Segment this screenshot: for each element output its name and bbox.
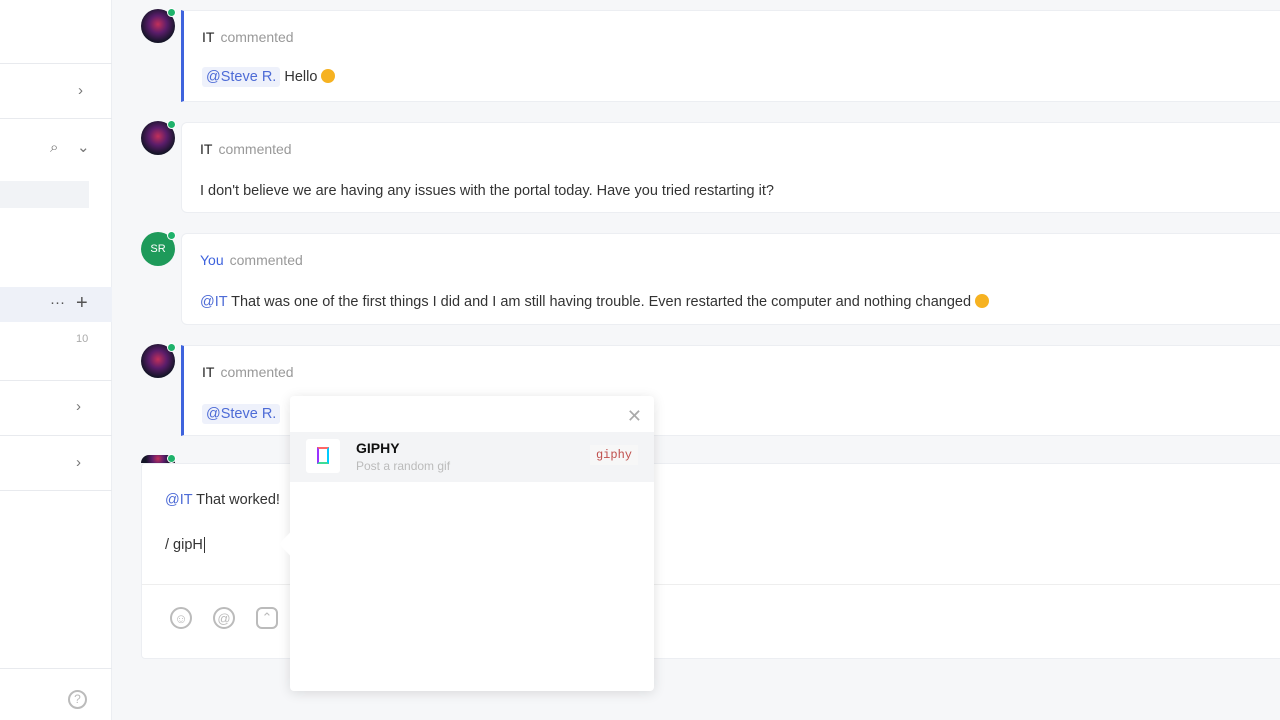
avatar <box>141 8 176 43</box>
composer-text: That worked! <box>196 492 280 508</box>
comment-text: Hello <box>284 69 318 85</box>
mention[interactable]: @Steve R. <box>202 404 281 424</box>
sidebar-item-placeholder[interactable] <box>0 181 89 208</box>
divider <box>0 63 112 64</box>
comment: IT commented I don't believe we are havin… <box>181 122 1280 213</box>
comment-action: commented <box>220 364 294 380</box>
comment-author: You <box>200 252 224 268</box>
avatar-initials: SR <box>150 243 166 255</box>
count: 10 <box>76 333 89 345</box>
giphy-icon <box>306 439 340 473</box>
comment-action: commented <box>220 29 294 45</box>
divider <box>0 118 112 119</box>
avatar <box>141 343 176 378</box>
plus-icon[interactable]: + <box>76 292 88 315</box>
grinning-emoji-icon <box>321 69 336 83</box>
command-option-giphy[interactable]: GIPHY Post a random gif giphy <box>290 432 654 482</box>
divider <box>0 435 112 436</box>
composer-input[interactable]: / gipH <box>165 537 205 553</box>
chevron-right-icon[interactable]: › <box>78 82 83 99</box>
comment: IT commented @Steve R. Hello <box>181 10 1280 102</box>
divider <box>0 380 112 381</box>
command-tag: giphy <box>589 445 638 465</box>
slash-command-popup: ✕ GIPHY Post a random gif giphy <box>278 396 654 691</box>
mention[interactable]: @Steve R. <box>202 67 281 87</box>
chevron-down-icon[interactable]: ⌄ <box>77 138 90 156</box>
command-subtitle: Post a random gif <box>356 459 451 473</box>
more-icon[interactable]: ··· <box>50 294 65 311</box>
comment-author: IT <box>200 141 213 157</box>
disappointed-emoji-icon <box>975 294 990 308</box>
comment-author: IT <box>202 364 215 380</box>
comment-author: IT <box>202 29 215 45</box>
mention[interactable]: @IT <box>200 294 227 310</box>
search-icon[interactable]: ⌕ <box>50 139 58 156</box>
close-icon[interactable]: ✕ <box>627 406 642 427</box>
chevron-right-icon[interactable]: › <box>76 398 81 415</box>
avatar: SR <box>141 231 176 266</box>
mention-icon[interactable]: @ <box>213 607 235 629</box>
comment-action: commented <box>218 141 292 157</box>
user-icon[interactable]: ☺ <box>170 607 192 629</box>
command-title: GIPHY <box>356 440 400 456</box>
divider <box>0 490 112 491</box>
comment: You commented @IT That was one of the fir… <box>181 233 1280 325</box>
sidebar: › ⌕ ⌄ ··· + 10 › › ? <box>0 0 112 720</box>
sidebar-item-active[interactable]: ··· + <box>0 287 112 322</box>
help-icon[interactable]: ? <box>68 690 87 709</box>
avatar <box>141 454 176 463</box>
avatar <box>141 120 176 155</box>
chevron-right-icon[interactable]: › <box>76 454 81 471</box>
comment-text: That was one of the first things I did a… <box>231 294 972 310</box>
emoji-icon[interactable]: ⌃ <box>256 607 278 629</box>
comment-text: I don't believe we are having any issues… <box>200 183 774 199</box>
mention[interactable]: @IT <box>165 492 192 508</box>
comment-action: commented <box>229 252 303 268</box>
divider <box>0 668 112 669</box>
